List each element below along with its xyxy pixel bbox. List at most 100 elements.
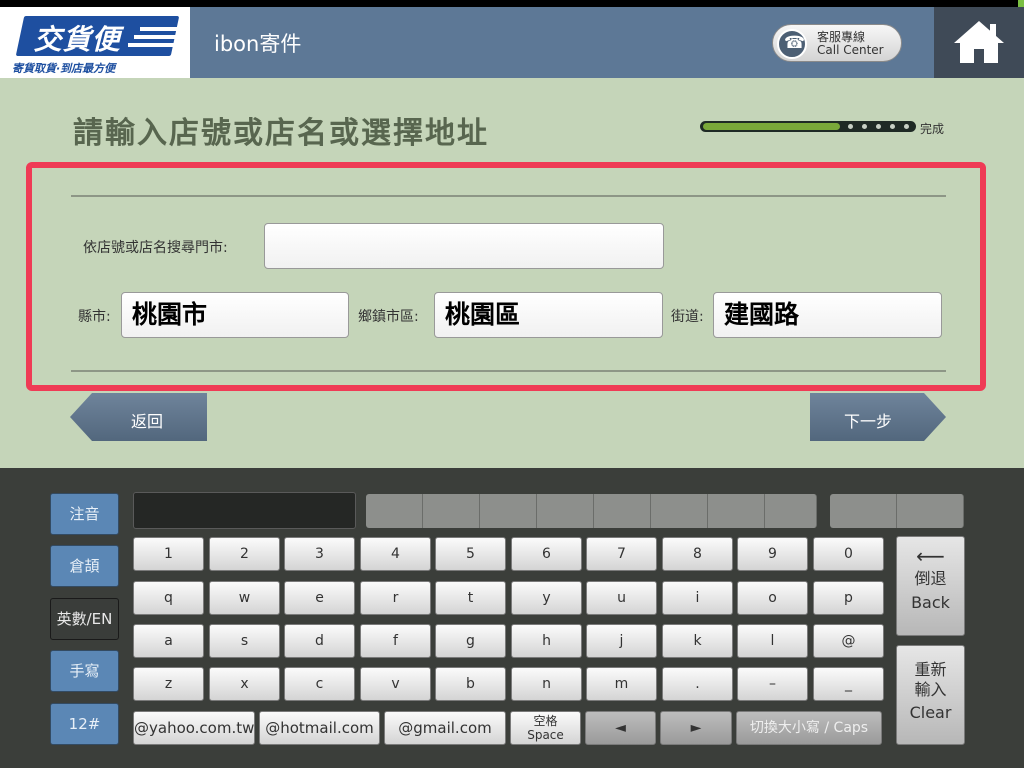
key-char[interactable]: f bbox=[360, 624, 431, 658]
candidate-slot[interactable] bbox=[651, 494, 708, 528]
candidate-slot[interactable] bbox=[537, 494, 594, 528]
key-char[interactable]: a bbox=[133, 624, 204, 658]
key-caps[interactable]: 切換大小寫 / Caps bbox=[736, 711, 882, 745]
key-char[interactable]: t bbox=[435, 581, 506, 615]
mode-key-symbols[interactable]: 12# bbox=[50, 703, 119, 745]
progress-step-dot bbox=[862, 124, 867, 129]
brand-logo: 交貨便 寄貨取貨·到店最方便 bbox=[0, 7, 190, 78]
key-char[interactable]: k bbox=[662, 624, 733, 658]
key-char[interactable]: d bbox=[284, 624, 355, 658]
key-char[interactable]: 8 bbox=[662, 537, 733, 571]
candidate-page-next[interactable] bbox=[897, 494, 964, 528]
key-char[interactable]: r bbox=[360, 581, 431, 615]
store-search-input[interactable] bbox=[264, 223, 664, 269]
key-backspace[interactable]: ⟵ 倒退 Back bbox=[896, 536, 965, 636]
candidate-slot[interactable] bbox=[765, 494, 817, 528]
key-char[interactable]: q bbox=[133, 581, 204, 615]
logo-stripe bbox=[128, 43, 180, 47]
key-char[interactable]: @ bbox=[813, 624, 884, 658]
key-backspace-zh: 倒退 bbox=[914, 569, 947, 588]
county-label: 縣市: bbox=[78, 309, 111, 325]
key-char[interactable]: i bbox=[662, 581, 733, 615]
key-gmail[interactable]: @gmail.com bbox=[384, 711, 506, 745]
key-char[interactable]: m bbox=[586, 667, 657, 701]
key-char[interactable]: j bbox=[586, 624, 657, 658]
key-space[interactable]: 空格 Space bbox=[510, 711, 581, 745]
key-yahoo[interactable]: @yahoo.com.tw bbox=[133, 711, 255, 745]
kiosk-screen: 交貨便 寄貨取貨·到店最方便 ibon寄件 客服專線 Call Center 請… bbox=[0, 0, 1024, 768]
home-button[interactable] bbox=[934, 7, 1024, 78]
key-char[interactable]: 5 bbox=[435, 537, 506, 571]
key-char[interactable]: e bbox=[284, 581, 355, 615]
key-char[interactable]: s bbox=[209, 624, 280, 658]
key-char[interactable]: 1 bbox=[133, 537, 204, 571]
progress-step-dot bbox=[904, 124, 909, 129]
mode-key-zhuyin[interactable]: 注音 bbox=[50, 493, 119, 535]
mode-key-handwriting[interactable]: 手寫 bbox=[50, 650, 119, 692]
key-char[interactable]: 3 bbox=[284, 537, 355, 571]
top-strip bbox=[0, 0, 1024, 7]
key-char[interactable]: h bbox=[511, 624, 582, 658]
key-char[interactable]: 2 bbox=[209, 537, 280, 571]
search-label: 依店號或店名搜尋門市: bbox=[83, 240, 228, 256]
phone-icon bbox=[777, 29, 807, 59]
back-button[interactable]: 返回 bbox=[70, 393, 207, 441]
key-char[interactable]: l bbox=[737, 624, 808, 658]
progress-step-dot bbox=[848, 124, 853, 129]
key-char[interactable]: b bbox=[435, 667, 506, 701]
key-char[interactable]: 6 bbox=[511, 537, 582, 571]
candidate-slot[interactable] bbox=[366, 494, 423, 528]
key-char[interactable]: x bbox=[209, 667, 280, 701]
candidate-slot[interactable] bbox=[708, 494, 765, 528]
progress-done-label: 完成 bbox=[920, 122, 945, 136]
district-select[interactable]: 桃園區 bbox=[434, 292, 663, 338]
key-char[interactable]: . bbox=[662, 667, 733, 701]
backspace-arrow-icon: ⟵ bbox=[916, 544, 945, 568]
key-char[interactable]: z bbox=[133, 667, 204, 701]
key-char[interactable]: v bbox=[360, 667, 431, 701]
key-char[interactable]: c bbox=[284, 667, 355, 701]
call-center-label-en: Call Center bbox=[817, 43, 884, 57]
key-right-arrow[interactable]: ► bbox=[660, 711, 732, 745]
candidate-slot[interactable] bbox=[480, 494, 537, 528]
logo-stripe bbox=[134, 35, 180, 39]
key-char[interactable]: u bbox=[586, 581, 657, 615]
key-char[interactable]: _ bbox=[813, 667, 884, 701]
key-left-arrow[interactable]: ◄ bbox=[585, 711, 656, 745]
divider bbox=[71, 195, 946, 197]
progress-step-dot bbox=[876, 124, 881, 129]
key-char[interactable]: – bbox=[737, 667, 808, 701]
candidate-page-prev[interactable] bbox=[830, 494, 897, 528]
street-select[interactable]: 建國路 bbox=[713, 292, 942, 338]
county-select[interactable]: 桃園市 bbox=[121, 292, 349, 338]
key-clear-en: Clear bbox=[909, 703, 952, 722]
progress-fill bbox=[703, 123, 840, 130]
logo-subtitle: 寄貨取貨·到店最方便 bbox=[12, 62, 116, 75]
progress-bar bbox=[700, 121, 916, 132]
key-char[interactable]: y bbox=[511, 581, 582, 615]
key-hotmail[interactable]: @hotmail.com bbox=[259, 711, 380, 745]
key-char[interactable]: 9 bbox=[737, 537, 808, 571]
key-char[interactable]: w bbox=[209, 581, 280, 615]
app-title: ibon寄件 bbox=[214, 32, 302, 56]
mode-key-english[interactable]: 英數/EN bbox=[50, 598, 119, 640]
key-char[interactable]: g bbox=[435, 624, 506, 658]
key-char[interactable]: p bbox=[813, 581, 884, 615]
key-char[interactable]: 7 bbox=[586, 537, 657, 571]
key-char[interactable]: 0 bbox=[813, 537, 884, 571]
logo-text: 交貨便 bbox=[33, 23, 121, 56]
next-button[interactable]: 下一步 bbox=[810, 393, 946, 441]
key-char[interactable]: n bbox=[511, 667, 582, 701]
logo-stripe bbox=[140, 27, 180, 31]
district-label: 鄉鎮市區: bbox=[358, 309, 419, 325]
candidate-slot[interactable] bbox=[423, 494, 480, 528]
candidate-slot[interactable] bbox=[594, 494, 651, 528]
divider bbox=[71, 370, 946, 372]
key-backspace-en: Back bbox=[911, 593, 950, 612]
key-char[interactable]: o bbox=[737, 581, 808, 615]
page-title: 請輸入店號或店名或選擇地址 bbox=[73, 116, 489, 151]
key-char[interactable]: 4 bbox=[360, 537, 431, 571]
call-center-button[interactable]: 客服專線 Call Center bbox=[772, 24, 902, 62]
key-clear[interactable]: 重新 輸入 Clear bbox=[896, 645, 965, 745]
mode-key-cangjie[interactable]: 倉頡 bbox=[50, 545, 119, 587]
